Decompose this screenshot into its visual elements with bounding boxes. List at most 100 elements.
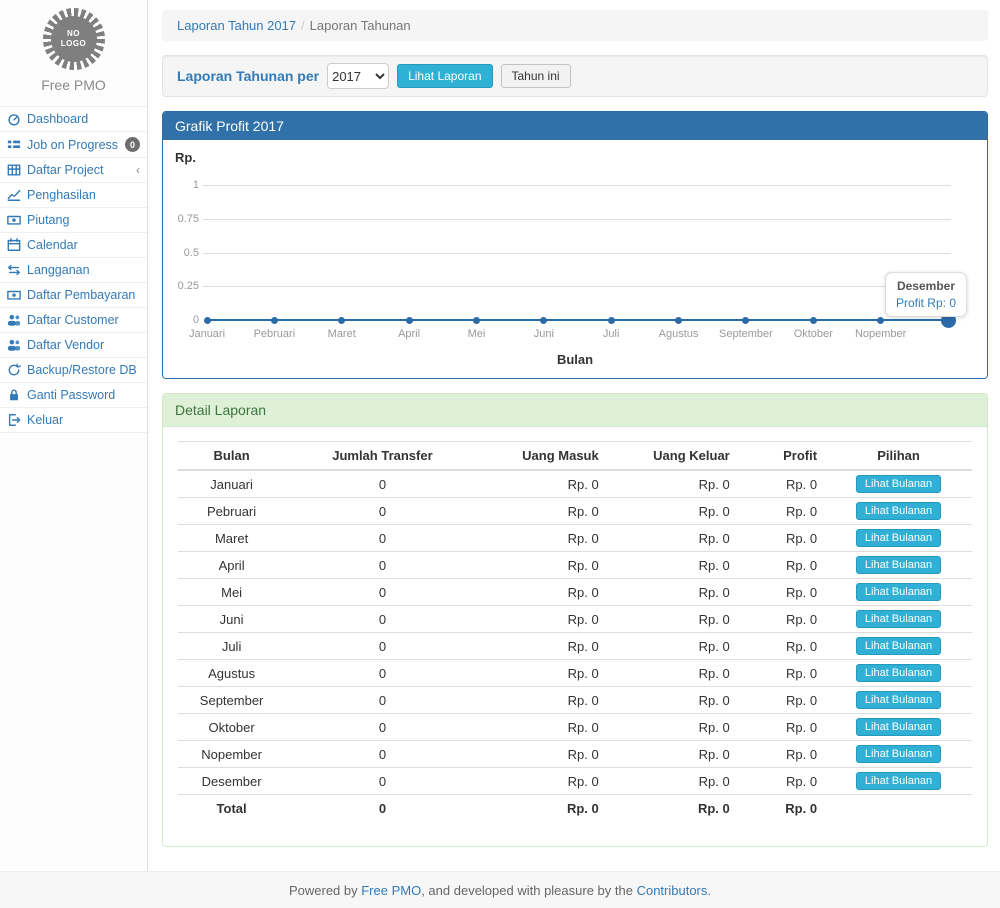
- data-point-maret[interactable]: [338, 317, 345, 324]
- table-row: Oktober0Rp. 0Rp. 0Rp. 0Lihat Bulanan: [178, 714, 972, 741]
- lihat-bulanan-button[interactable]: Lihat Bulanan: [856, 772, 941, 790]
- cell-bulan: Oktober: [178, 714, 285, 741]
- profit-series-line: [207, 319, 948, 321]
- cell-pilihan: Lihat Bulanan: [825, 579, 972, 606]
- cell-pilihan: Lihat Bulanan: [825, 525, 972, 552]
- breadcrumb-link-laporan-tahun[interactable]: Laporan Tahun 2017: [177, 18, 296, 33]
- sidebar-item-label: Daftar Pembayaran: [27, 288, 135, 302]
- cell-uang-masuk: Rp. 0: [480, 633, 607, 660]
- sidebar-item-label: Daftar Project: [27, 163, 103, 177]
- brand-name: Free PMO: [0, 77, 147, 93]
- lihat-bulanan-button[interactable]: Lihat Bulanan: [856, 529, 941, 547]
- tahun-ini-button[interactable]: Tahun ini: [501, 64, 571, 88]
- footer-text-prefix: Powered by: [289, 883, 361, 898]
- sidebar-item-daftar-customer[interactable]: Daftar Customer: [0, 308, 147, 333]
- cell-jumlah-transfer: 0: [285, 579, 480, 606]
- sidebar-item-penghasilan[interactable]: Penghasilan: [0, 183, 147, 208]
- cell-uang-masuk: Rp. 0: [480, 498, 607, 525]
- contributors-link[interactable]: Contributors: [637, 883, 708, 898]
- gridline: [203, 219, 951, 220]
- free-pmo-link[interactable]: Free PMO: [361, 883, 421, 898]
- filter-label: Laporan Tahunan per: [177, 68, 319, 84]
- lihat-laporan-button[interactable]: Lihat Laporan: [397, 64, 492, 88]
- column-header-uang-keluar: Uang Keluar: [607, 442, 738, 471]
- cell-profit: Rp. 0: [738, 498, 825, 525]
- sidebar-item-ganti-password[interactable]: Ganti Password: [0, 383, 147, 408]
- column-header-bulan: Bulan: [178, 442, 285, 471]
- lihat-bulanan-button[interactable]: Lihat Bulanan: [856, 637, 941, 655]
- cell-profit: Rp. 0: [738, 633, 825, 660]
- cell-bulan: Maret: [178, 525, 285, 552]
- lock-icon: [7, 388, 21, 402]
- cell-uang-masuk: Rp. 0: [480, 525, 607, 552]
- lihat-bulanan-button[interactable]: Lihat Bulanan: [856, 610, 941, 628]
- cell-bulan: Januari: [178, 470, 285, 498]
- sidebar-item-daftar-pembayaran[interactable]: Daftar Pembayaran: [0, 283, 147, 308]
- retweet-icon: [7, 263, 21, 277]
- page-footer: Powered by Free PMO, and developed with …: [0, 871, 1000, 908]
- sidebar-item-daftar-project[interactable]: Daftar Project‹: [0, 158, 147, 183]
- lihat-bulanan-button[interactable]: Lihat Bulanan: [856, 583, 941, 601]
- sidebar-item-keluar[interactable]: Keluar: [0, 408, 147, 433]
- cell-uang-masuk: Rp. 0: [480, 714, 607, 741]
- sidebar-item-daftar-vendor[interactable]: Daftar Vendor: [0, 333, 147, 358]
- data-point-nopember[interactable]: [877, 317, 884, 324]
- y-tick-label: 0.75: [173, 213, 199, 225]
- data-point-april[interactable]: [406, 317, 413, 324]
- column-header-profit: Profit: [738, 442, 825, 471]
- sidebar-item-backup-restore-db[interactable]: Backup/Restore DB: [0, 358, 147, 383]
- data-point-mei[interactable]: [473, 317, 480, 324]
- table-row: April0Rp. 0Rp. 0Rp. 0Lihat Bulanan: [178, 552, 972, 579]
- data-point-pebruari[interactable]: [271, 317, 278, 324]
- profit-line-chart: Rp. Bulan Desember Profit Rp: 0 00.250.5…: [173, 148, 977, 374]
- data-point-oktober[interactable]: [810, 317, 817, 324]
- data-point-september[interactable]: [742, 317, 749, 324]
- lihat-bulanan-button[interactable]: Lihat Bulanan: [856, 718, 941, 736]
- data-point-juli[interactable]: [608, 317, 615, 324]
- cell-profit: Rp. 0: [738, 741, 825, 768]
- sidebar-item-label: Penghasilan: [27, 188, 96, 202]
- year-select[interactable]: 2017: [327, 63, 389, 89]
- cell-uang-keluar: Rp. 0: [607, 552, 738, 579]
- cell-profit: Rp. 0: [738, 470, 825, 498]
- monthly-report-table: BulanJumlah TransferUang MasukUang Kelua…: [178, 441, 972, 822]
- total-uang-masuk: Rp. 0: [480, 795, 607, 823]
- sidebar-item-label: Calendar: [27, 238, 78, 252]
- sidebar-item-langganan[interactable]: Langganan: [0, 258, 147, 283]
- x-tick-label: Nopember: [841, 328, 921, 340]
- cell-pilihan: Lihat Bulanan: [825, 498, 972, 525]
- data-point-agustus[interactable]: [675, 317, 682, 324]
- main-content: Laporan Tahun 2017/Laporan Tahunan Lapor…: [148, 0, 1000, 871]
- chart-tooltip: Desember Profit Rp: 0: [885, 272, 967, 317]
- sign-out-icon: [7, 413, 21, 427]
- cell-uang-masuk: Rp. 0: [480, 470, 607, 498]
- lihat-bulanan-button[interactable]: Lihat Bulanan: [856, 556, 941, 574]
- sidebar-item-piutang[interactable]: Piutang: [0, 208, 147, 233]
- cell-bulan: Agustus: [178, 660, 285, 687]
- sidebar-item-label: Dashboard: [27, 112, 88, 126]
- x-axis-title: Bulan: [557, 352, 593, 367]
- cell-uang-keluar: Rp. 0: [607, 768, 738, 795]
- lihat-bulanan-button[interactable]: Lihat Bulanan: [856, 502, 941, 520]
- lihat-bulanan-button[interactable]: Lihat Bulanan: [856, 745, 941, 763]
- cell-pilihan: Lihat Bulanan: [825, 714, 972, 741]
- table-row: September0Rp. 0Rp. 0Rp. 0Lihat Bulanan: [178, 687, 972, 714]
- sidebar-item-calendar[interactable]: Calendar: [0, 233, 147, 258]
- table-row: Maret0Rp. 0Rp. 0Rp. 0Lihat Bulanan: [178, 525, 972, 552]
- data-point-juni[interactable]: [540, 317, 547, 324]
- lihat-bulanan-button[interactable]: Lihat Bulanan: [856, 691, 941, 709]
- sidebar-nav: Dashboard Job on Progress0Daftar Project‹…: [0, 106, 147, 433]
- detail-panel-body: BulanJumlah TransferUang MasukUang Kelua…: [163, 427, 987, 846]
- sidebar-item-dashboard[interactable]: Dashboard: [0, 107, 147, 132]
- sidebar-item-job-on-progress[interactable]: Job on Progress0: [0, 132, 147, 158]
- cell-pilihan: Lihat Bulanan: [825, 741, 972, 768]
- y-tick-label: 0: [173, 314, 199, 326]
- money-icon: [7, 288, 21, 302]
- footer-text-suffix: .: [707, 883, 711, 898]
- cell-pilihan: Lihat Bulanan: [825, 660, 972, 687]
- data-point-januari[interactable]: [204, 317, 211, 324]
- lihat-bulanan-button[interactable]: Lihat Bulanan: [856, 664, 941, 682]
- cell-uang-keluar: Rp. 0: [607, 498, 738, 525]
- cell-bulan: Juli: [178, 633, 285, 660]
- lihat-bulanan-button[interactable]: Lihat Bulanan: [856, 475, 941, 493]
